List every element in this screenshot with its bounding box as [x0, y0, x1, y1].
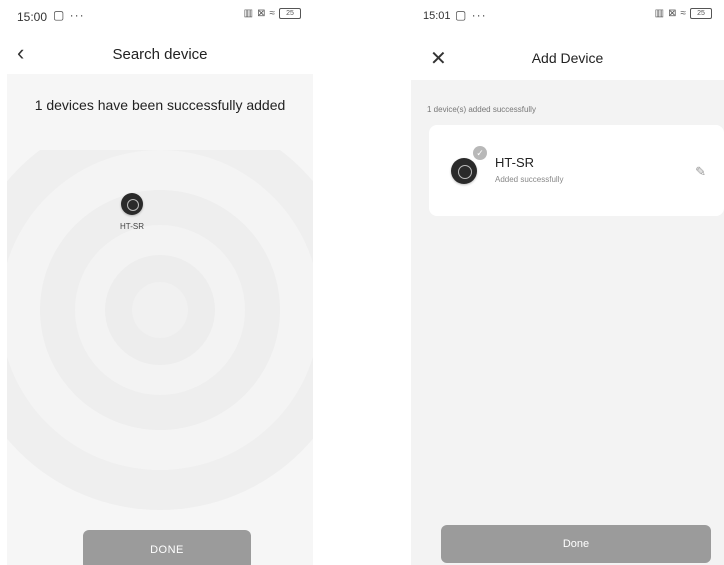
done-button[interactable]: DONE	[83, 530, 251, 565]
check-icon: ✓	[473, 146, 487, 160]
status-icons: ▥ ⊠ ≈ 25	[655, 8, 712, 19]
device-label: HT-SR	[120, 222, 144, 231]
edit-icon[interactable]: ✎	[695, 164, 706, 180]
x-box-icon: ⊠	[668, 8, 677, 19]
success-message: 1 devices have been successfully added	[34, 97, 286, 113]
device-name: HT-SR	[495, 155, 534, 170]
status-notification-icons: ▢ ···	[53, 8, 85, 22]
page-title: Search device	[112, 46, 208, 63]
status-time: 15:01	[423, 10, 451, 22]
add-device-screen: 15:01 ▢ ··· ▥ ⊠ ≈ 25 ✕ Add Device 1 devi…	[411, 0, 724, 565]
device-status: Added successfully	[495, 175, 564, 184]
signal-icon: ▥	[243, 8, 254, 19]
page-title: Add Device	[531, 50, 604, 66]
thermostat-icon	[451, 158, 477, 184]
found-device[interactable]: HT-SR	[114, 193, 150, 231]
added-count-message: 1 device(s) added successfully	[427, 105, 536, 114]
battery-icon: 25	[279, 8, 301, 19]
status-notification-icons: ▢ ···	[455, 8, 487, 22]
status-icons: ▥ ⊠ ≈ 25	[244, 8, 301, 19]
wifi-icon: ≈	[269, 8, 276, 19]
x-box-icon: ⊠	[257, 8, 266, 19]
radar-background	[7, 150, 313, 510]
wifi-icon: ≈	[680, 8, 687, 19]
done-button[interactable]: Done	[441, 525, 711, 563]
status-bar: 15:01 ▢ ··· ▥ ⊠ ≈ 25	[411, 0, 724, 34]
nav-bar: ‹ Search device	[7, 34, 313, 74]
status-time: 15:00	[17, 10, 48, 24]
status-bar: 15:00 ▢ ··· ▥ ⊠ ≈ 25	[7, 0, 313, 34]
device-card[interactable]: ✓ HT-SR Added successfully ✎	[429, 125, 724, 216]
nav-bar: ✕ Add Device	[411, 34, 724, 80]
thermostat-icon	[121, 193, 143, 215]
signal-icon: ▥	[654, 8, 665, 19]
search-device-screen: 15:00 ▢ ··· ▥ ⊠ ≈ 25 ‹ Search device 1 d…	[7, 0, 313, 565]
battery-icon: 25	[690, 8, 712, 19]
